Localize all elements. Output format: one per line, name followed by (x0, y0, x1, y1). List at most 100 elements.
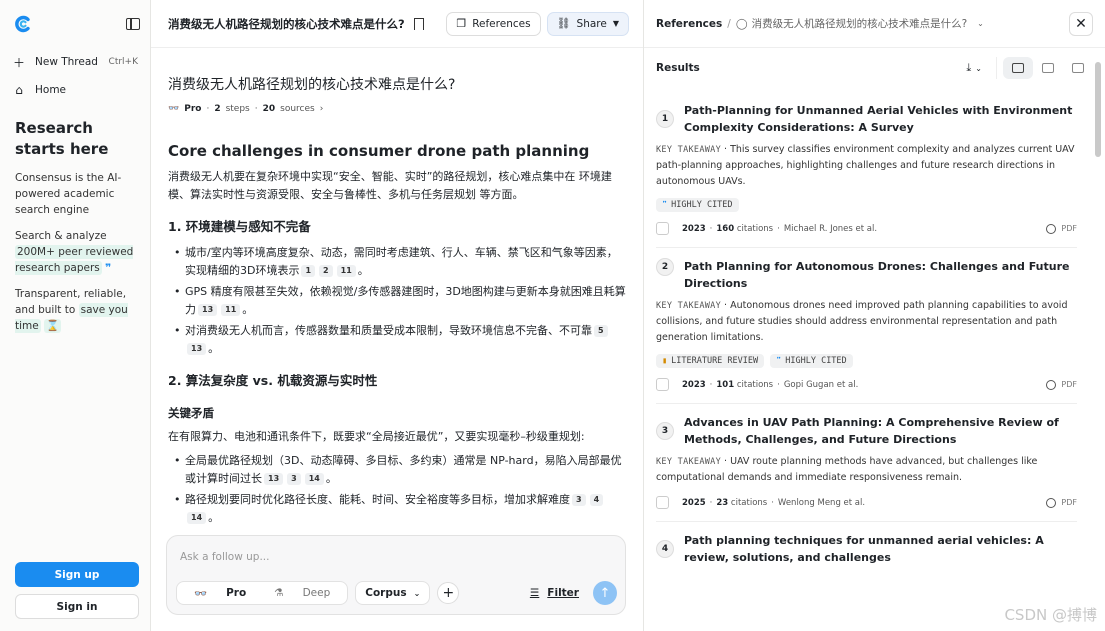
result-card[interactable]: 1 Path-Planning for Unmanned Aerial Vehi… (656, 92, 1077, 248)
pdf-link[interactable]: PDF (1046, 379, 1077, 390)
card-takeaway: KEY TAKEAWAY · This survey classifies en… (656, 144, 1075, 187)
bookmark-icon[interactable] (414, 17, 425, 30)
card-title-row: 1 Path-Planning for Unmanned Aerial Vehi… (656, 102, 1077, 136)
view-table-option[interactable] (1063, 57, 1093, 79)
card-title[interactable]: Path Planning for Autonomous Drones: Cha… (684, 258, 1077, 292)
breadcrumb-separator: / (727, 17, 731, 30)
card-badges: ▮ LITERATURE REVIEW ❞ HIGHLY CITED (656, 354, 1077, 368)
filter-button[interactable]: ☰ Filter (530, 587, 579, 599)
clock-icon: ⌛ (44, 319, 62, 333)
citation-chip[interactable]: 3 (287, 473, 301, 485)
result-card[interactable]: 3 Advances in UAV Path Planning: A Compr… (656, 404, 1077, 522)
deep-icon: ⚗ (274, 587, 284, 599)
citation-chip[interactable]: 11 (336, 265, 356, 277)
meta-steps-label: steps (225, 104, 250, 114)
chevron-down-icon: ▼ (612, 19, 619, 28)
meta-dot: · (777, 379, 780, 390)
share-label: Share (576, 17, 607, 30)
list-item: 全局最优路径规划（3D、动态障碍、多目标、多约束）通常是 NP-hard，易陷入… (168, 452, 627, 488)
corpus-label: Corpus (365, 587, 407, 599)
new-thread-button[interactable]: ＋ New Thread Ctrl+K (0, 48, 150, 76)
results-label: Results (656, 62, 700, 74)
mode-deep-option[interactable]: ⚗ Deep (260, 587, 344, 599)
follow-up-input[interactable]: Ask a follow up... 👓 Pro ⚗ Deep Corpus ⌄ + … (166, 535, 626, 615)
card-meta: 2025 · 23 citations · Wenlong Meng et al. … (656, 496, 1077, 509)
meta-mode: Pro (184, 104, 202, 114)
view-list-option[interactable] (1033, 57, 1063, 79)
promo-title-line2: starts here (15, 140, 109, 158)
home-nav-item[interactable]: ⌂ Home (0, 76, 150, 104)
citation-chip[interactable]: 3 (572, 494, 586, 506)
mode-toggle: 👓 Pro ⚗ Deep (176, 581, 349, 605)
add-attachment-button[interactable]: + (437, 582, 460, 604)
breadcrumb-root[interactable]: References (656, 18, 722, 30)
badge-highly-cited: ❞ HIGHLY CITED (770, 354, 853, 368)
bullet-text: 城市/室内等环境高度复杂、动态，需同时考虑建筑、行人、车辆、禁飞区和气象等因素，… (185, 246, 618, 277)
select-checkbox[interactable] (656, 378, 669, 391)
view-card-option[interactable] (1003, 57, 1033, 79)
select-checkbox[interactable] (656, 496, 669, 509)
card-title[interactable]: Path planning techniques for unmanned ae… (684, 532, 1077, 566)
meta-dot: · (777, 223, 780, 234)
signup-button[interactable]: Sign up (15, 562, 139, 587)
promo-block: Research starts here Consensus is the AI-… (0, 104, 150, 334)
citation-chip[interactable]: 5 (594, 325, 608, 337)
card-citations-label: citations (736, 379, 774, 390)
result-card[interactable]: 2 Path Planning for Autonomous Drones: C… (656, 248, 1077, 404)
collapse-sidebar-icon[interactable] (126, 18, 140, 30)
breadcrumb-query[interactable]: ◯ 消费级无人机路径规划的核心技术难点是什么? ⌄ (736, 16, 1069, 31)
pdf-link[interactable]: PDF (1046, 497, 1077, 508)
corpus-dropdown[interactable]: Corpus ⌄ (355, 581, 431, 605)
card-title[interactable]: Advances in UAV Path Planning: A Compreh… (684, 414, 1077, 448)
share-button[interactable]: ⛓ Share ▼ (546, 11, 629, 36)
send-button[interactable]: ↑ (593, 581, 617, 605)
card-number: 3 (656, 422, 674, 440)
citation-chip[interactable]: 1 (301, 265, 316, 277)
select-checkbox[interactable] (656, 222, 669, 235)
results-list: 1 Path-Planning for Unmanned Aerial Vehi… (656, 92, 1077, 578)
promo-desc-3: Transparent, reliable, and built to save… (15, 286, 135, 334)
signin-button[interactable]: Sign in (15, 594, 139, 619)
references-button[interactable]: ❐ References (446, 11, 541, 36)
input-toolbar: 👓 Pro ⚗ Deep Corpus ⌄ + ☰ Filter ↑ (176, 581, 617, 605)
citation-chip[interactable]: 14 (187, 512, 207, 524)
citation-chip[interactable]: 13 (198, 304, 218, 316)
card-number: 4 (656, 540, 674, 558)
copy-icon: ❐ (456, 17, 467, 30)
bullet-text: 对消费级无人机而言，传感器数量和质量受成本限制，导致环境信息不完备、不可靠 (185, 324, 592, 337)
card-title-row: 2 Path Planning for Autonomous Drones: C… (656, 258, 1077, 292)
mode-pro-option[interactable]: 👓 Pro (180, 587, 260, 600)
answer-content: 消费级无人机路径规划的核心技术难点是什么? 👓 Pro · 2 steps · … (151, 48, 643, 527)
consensus-logo-icon[interactable] (14, 15, 32, 33)
citation-chip[interactable]: 2 (319, 265, 333, 277)
answer-meta[interactable]: 👓 Pro · 2 steps · 20 sources › (168, 100, 627, 118)
download-button[interactable]: ⤓ ⌄ (966, 61, 982, 75)
card-year: 2023 (682, 223, 706, 234)
card-author: Wenlong Meng et al. (777, 497, 866, 508)
card-citations-num: 101 (716, 379, 735, 390)
card-meta: 2023 · 101 citations · Gopi Gugan et al. P… (656, 378, 1077, 391)
result-card[interactable]: 4 Path planning techniques for unmanned … (656, 522, 1077, 578)
card-title[interactable]: Path-Planning for Unmanned Aerial Vehicl… (684, 102, 1077, 136)
filter-icon: ☰ (529, 587, 540, 599)
pdf-link[interactable]: PDF (1046, 223, 1077, 234)
quote-icon: ❞ (776, 356, 782, 366)
citation-chip[interactable]: 14 (304, 473, 324, 485)
close-panel-button[interactable]: ✕ (1069, 11, 1093, 36)
card-view-icon (1012, 63, 1024, 73)
meta-dot: · (709, 223, 713, 234)
auth-buttons: Sign up Sign in (15, 562, 139, 619)
binoculars-icon: 👓 (194, 587, 208, 600)
meta-dot-1: · (206, 104, 210, 114)
breadcrumb-query-text: 消费级无人机路径规划的核心技术难点是什么? (751, 18, 968, 30)
badge-highly-cited: ❞ HIGHLY CITED (656, 198, 739, 212)
promo-highlight-papers: 200M+ peer reviewed research papers (15, 245, 134, 275)
citation-chip[interactable]: 13 (187, 343, 207, 355)
citation-chip[interactable]: 13 (264, 473, 284, 485)
card-title-row: 3 Advances in UAV Path Planning: A Compr… (656, 414, 1077, 448)
scrollbar-thumb[interactable] (1095, 62, 1101, 157)
section-1-list: 城市/室内等环境高度复杂、动态，需同时考虑建筑、行人、车辆、禁飞区和气象等因素，… (168, 244, 627, 358)
card-title-row: 4 Path planning techniques for unmanned … (656, 532, 1077, 566)
citation-chip[interactable]: 4 (589, 494, 604, 506)
citation-chip[interactable]: 11 (221, 304, 241, 316)
